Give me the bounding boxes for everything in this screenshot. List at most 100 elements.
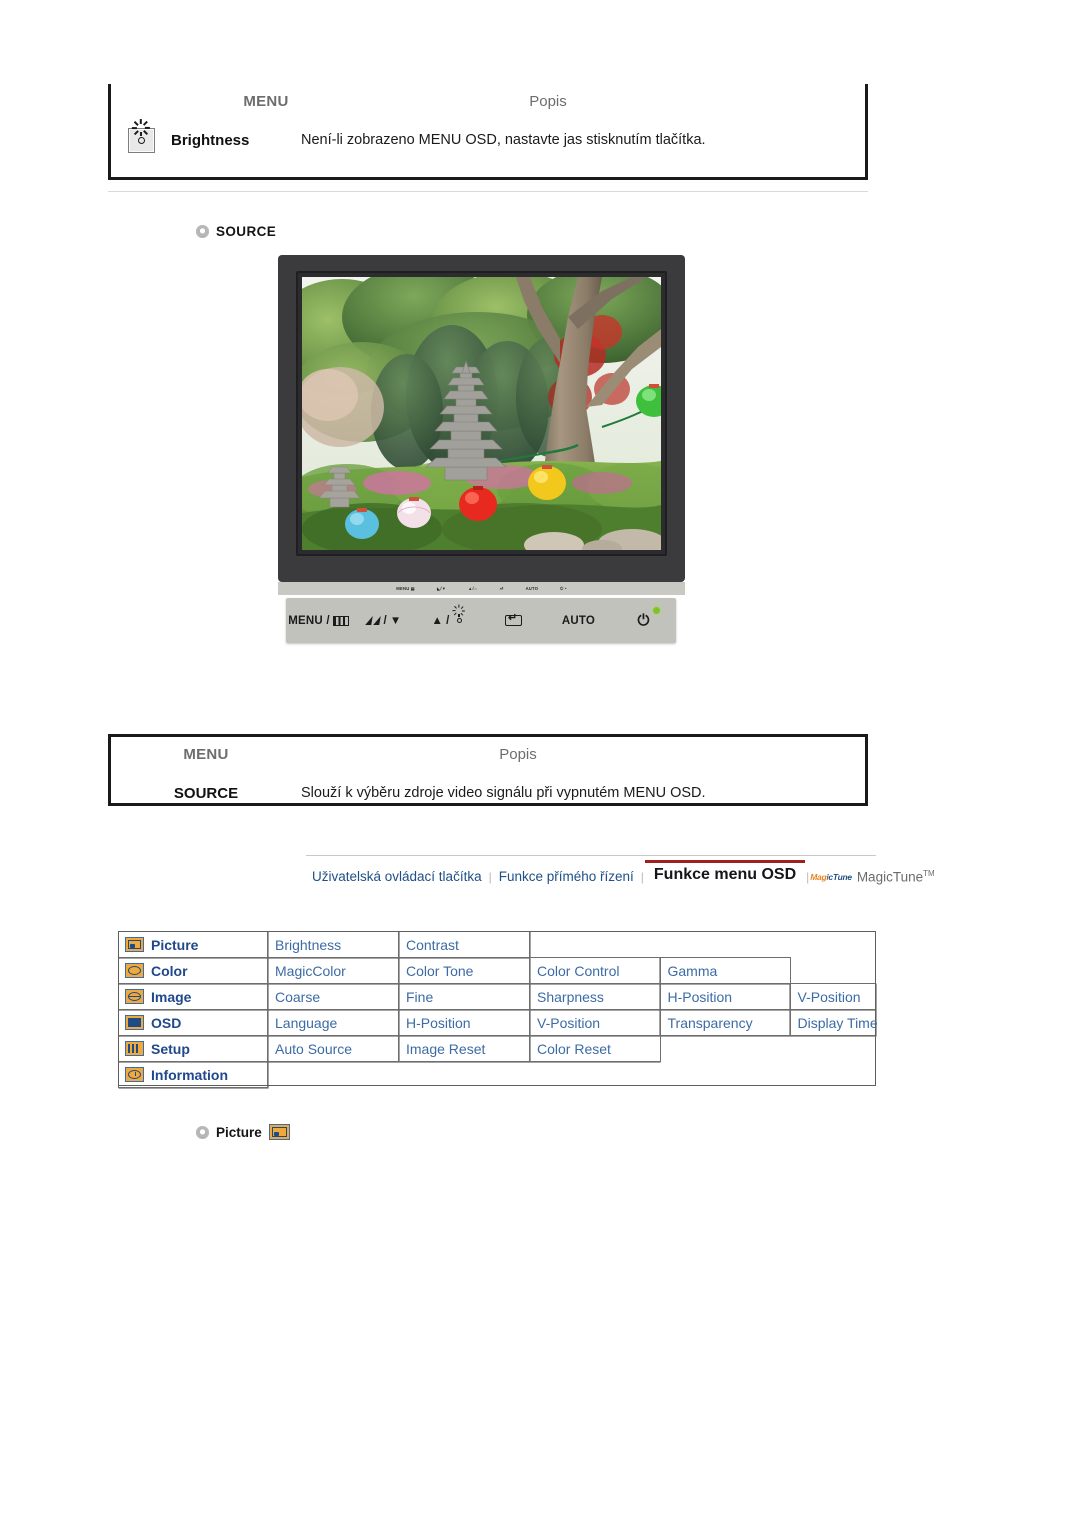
picture-section-title: Picture [216,1124,262,1140]
osd-item-language[interactable]: Language [267,1009,399,1036]
osd-empty-cell [399,1062,530,1088]
monitor-control-panel: MENU / / ▼ ▲ / ↵ AUTO ⏻ [286,598,676,643]
picture-icon [268,1124,290,1140]
osd-item-h-position[interactable]: H-Position [398,1009,530,1036]
osd-item-image-reset[interactable]: Image Reset [398,1035,530,1062]
osd-item-color-reset[interactable]: Color Reset [529,1035,661,1062]
down-arrow-icon: ▼ [389,614,402,627]
brightness-sun-icon [127,119,155,153]
osd-empty-cell [790,932,876,958]
legend-up: ▲/☼ [468,586,478,591]
osd-item-color-control[interactable]: Color Control [529,957,661,984]
osd-item-gamma[interactable]: Gamma [659,957,791,984]
monitor-illustration: MENU ▤ ◣/▼ ▲/☼ ⏎ AUTO ⏻ • MENU / / ▼ ▲ / [278,255,685,643]
osd-category-information[interactable]: Information [118,1061,268,1088]
osd-item-magiccolor[interactable]: MagicColor [267,957,399,984]
garden-photo [302,277,661,550]
auto-button[interactable]: AUTO [546,615,611,627]
osd-empty-cell [530,932,661,958]
magictune-logo: MagicTune [810,872,852,882]
bullet-icon [196,1125,209,1139]
osd-item-coarse[interactable]: Coarse [267,983,399,1010]
osd-empty-cell [660,932,790,958]
header-menu-label: MENU [183,745,229,763]
table-row: Brightness Není-li zobrazeno MENU OSD, n… [111,118,865,162]
up-brightness-button[interactable]: ▲ / [416,604,481,627]
section-divider [108,191,868,192]
monitor-bezel [278,255,685,582]
osd-category-setup[interactable]: Setup [118,1035,268,1062]
color-icon [125,963,144,978]
osd-item-fine[interactable]: Fine [398,983,530,1010]
nav-item-direct-control[interactable]: Funkce přímého řízení [493,869,640,884]
osd-item-brightness[interactable]: Brightness [267,931,399,958]
osd-empty-cell [660,1036,790,1062]
osd-item-h-position[interactable]: H-Position [659,983,791,1010]
nav-item-user-control-buttons[interactable]: Uživatelská ovládací tlačítka [306,869,488,884]
power-icon: ⏻ [637,612,650,629]
table-row: SOURCE Slouží k výběru zdroje video sign… [111,771,865,815]
nav-item-osd-menu-functions[interactable]: Funkce menu OSD [644,860,806,884]
header-popis-label: Popis [499,745,537,763]
brightness-icon-cell [111,119,171,153]
picture-icon [125,937,144,952]
magic-down-button[interactable]: / ▼ [351,615,416,627]
osd-item-contrast[interactable]: Contrast [398,931,530,958]
osd-item-color-tone[interactable]: Color Tone [398,957,530,984]
enter-icon [505,613,522,626]
table-row: OSD Language H-Position V-Position Trans… [118,1009,878,1036]
osd-empty-cell [530,1062,661,1088]
enter-button[interactable] [481,613,546,626]
brightness-label: Brightness [171,131,250,149]
osd-item-v-position[interactable]: V-Position [529,1009,661,1036]
table-header-row: MENU Popis [111,84,865,118]
source-menu-table: MENU Popis SOURCE Slouží k výběru zdroje… [108,734,868,806]
legend-enter: ⏎ [499,586,504,591]
osd-item-auto-source[interactable]: Auto Source [267,1035,399,1062]
osd-icon [125,1015,144,1030]
table-row: Image Coarse Fine Sharpness H-Position V… [118,983,876,1010]
information-icon [125,1067,144,1082]
osd-menu-table: Picture Brightness Contrast Color MagicC… [118,931,878,1088]
legend-menu: MENU ▤ [396,586,415,591]
source-label: SOURCE [173,784,239,802]
osd-empty-cell [268,1062,399,1088]
nav-item-magictune[interactable]: MagicTuneTM [852,869,941,885]
source-section-title: SOURCE [216,224,277,239]
brightness-menu-table: MENU Popis Brightness Není-li zobrazeno … [108,84,868,180]
setup-icon [125,1041,144,1056]
menu-button[interactable]: MENU / [286,615,351,627]
osd-item-v-position[interactable]: V-Position [789,983,876,1010]
table-row: Setup Auto Source Image Reset Color Rese… [118,1035,876,1062]
menu-bars-icon [332,615,349,626]
brightness-sun-icon [452,604,466,627]
monitor-inner-bezel [296,271,667,556]
osd-item-display-time[interactable]: Display Time [789,1009,878,1036]
osd-category-picture[interactable]: Picture [118,931,268,958]
legend-auto: AUTO [525,586,539,591]
up-arrow-icon: ▲ [431,614,444,627]
monitor-screen [302,277,661,550]
osd-category-color[interactable]: Color [118,957,268,984]
table-row: Information [118,1061,876,1088]
bullet-icon [196,225,209,238]
table-row: Picture Brightness Contrast [118,931,876,958]
power-button[interactable]: ⏻ [611,613,676,628]
osd-empty-cell [790,1036,876,1062]
source-description: Slouží k výběru zdroje video signálu při… [301,785,706,801]
menu-button-label: MENU / [288,614,330,627]
osd-item-transparency[interactable]: Transparency [659,1009,791,1036]
source-section-heading: SOURCE [196,224,276,239]
osd-empty-cell [790,1062,876,1088]
power-led [653,607,660,614]
osd-category-osd[interactable]: OSD [118,1009,268,1036]
osd-navigation-bar: Uživatelská ovládací tlačítka | Funkce p… [306,855,935,887]
monitor-bezel-button-legend: MENU ▤ ◣/▼ ▲/☼ ⏎ AUTO ⏻ • [278,582,685,595]
picture-section-heading: Picture [196,1124,290,1140]
magicbright-icon [366,615,381,626]
osd-category-image[interactable]: Image [118,983,268,1010]
trademark-mark: TM [923,868,935,878]
brightness-description: Není-li zobrazeno MENU OSD, nastavte jas… [301,132,706,148]
osd-item-sharpness[interactable]: Sharpness [529,983,661,1010]
osd-empty-cell [660,1062,790,1088]
